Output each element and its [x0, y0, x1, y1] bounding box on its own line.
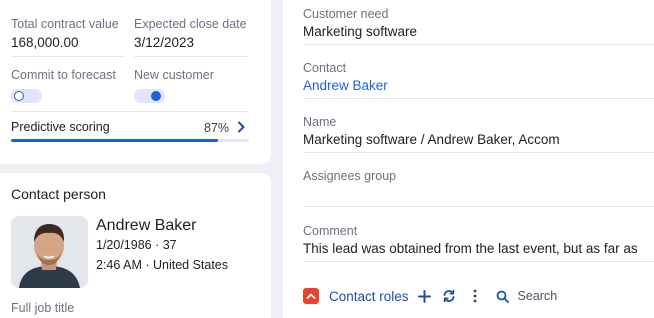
contact-time-location: 2:46 AM · United States — [96, 258, 229, 272]
full-job-title-label: Full job title — [11, 301, 75, 315]
expected-close-label: Expected close date — [134, 17, 247, 31]
contact-person-title: Contact person — [11, 186, 106, 202]
assignees-group-label: Assignees group — [303, 169, 397, 183]
comment-value[interactable]: This lead was obtained from the last eve… — [303, 241, 638, 256]
search-input[interactable]: Search — [518, 289, 558, 303]
predictive-scoring-fill — [11, 139, 219, 142]
new-customer-toggle[interactable] — [134, 89, 165, 103]
more-options-icon[interactable] — [468, 289, 482, 303]
customer-need-label: Customer need — [303, 7, 389, 21]
predictive-scoring-value: 87% — [204, 121, 230, 135]
contact-roles-title: Contact roles — [329, 288, 409, 304]
contact-birth-age: 1/20/1986 · 37 — [96, 238, 177, 252]
new-customer-label: New customer — [134, 68, 214, 82]
divider — [134, 56, 249, 57]
divider — [303, 206, 654, 207]
commit-forecast-label: Commit to forecast — [11, 68, 116, 82]
contact-avatar[interactable] — [11, 216, 88, 288]
divider — [303, 44, 654, 45]
divider — [303, 152, 654, 153]
search-icon[interactable] — [496, 289, 510, 303]
divider — [303, 261, 654, 262]
name-label: Name — [303, 115, 337, 129]
refresh-icon[interactable] — [442, 289, 456, 303]
total-contract-value: 168,000.00 — [11, 35, 79, 50]
contact-link[interactable]: Andrew Baker — [303, 78, 388, 93]
customer-need-value[interactable]: Marketing software — [303, 24, 417, 39]
predictive-scoring-bar — [11, 139, 249, 142]
expected-close-value: 3/12/2023 — [134, 35, 195, 50]
commit-forecast-toggle[interactable] — [11, 89, 42, 103]
total-contract-label: Total contract value — [11, 17, 119, 31]
contact-roles-toolbar: Contact roles Search — [303, 286, 557, 306]
name-value[interactable]: Marketing software / Andrew Baker, Accom — [303, 132, 560, 147]
lead-details-panel: Customer need Marketing software Contact… — [283, 0, 654, 318]
contact-label: Contact — [303, 61, 347, 75]
contact-name: Andrew Baker — [96, 217, 197, 234]
comment-label: Comment — [303, 224, 358, 238]
divider — [11, 56, 124, 57]
deal-summary-card: Total contract value 168,000.00 Expected… — [0, 0, 271, 164]
chevron-right-icon[interactable] — [236, 121, 246, 133]
divider — [11, 111, 249, 112]
collapse-icon[interactable] — [303, 288, 319, 304]
divider — [303, 98, 654, 99]
predictive-scoring-label: Predictive scoring — [11, 120, 110, 134]
add-icon[interactable] — [418, 289, 432, 303]
